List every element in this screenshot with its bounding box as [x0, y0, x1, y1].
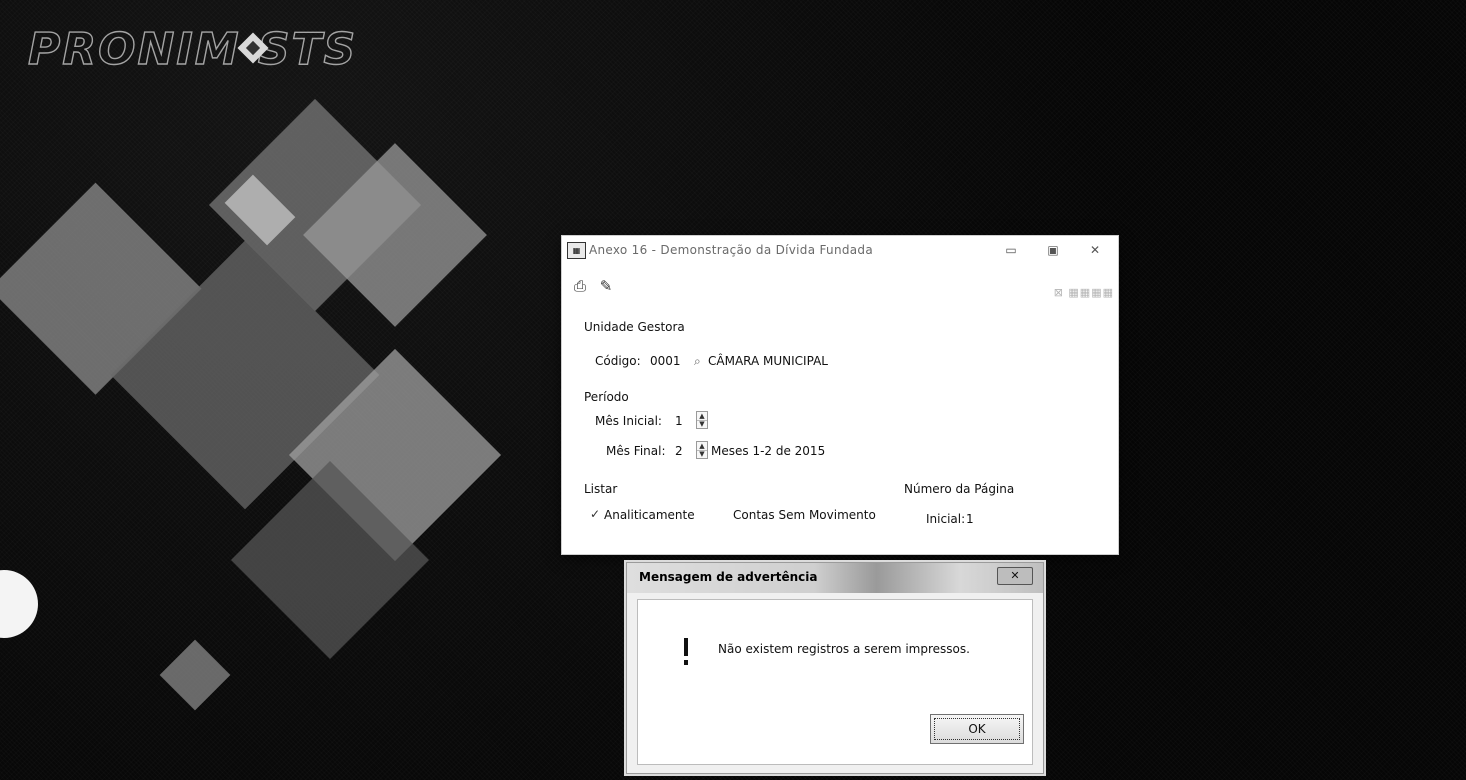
dialog-titlebar: ▦ Anexo 16 - Demonstração da Dívida Fund… — [562, 236, 1118, 262]
mes-inicial-label: Mês Inicial: — [595, 414, 662, 428]
close-button[interactable]: ✕ — [997, 567, 1033, 585]
unidade-gestora-label: Unidade Gestora — [584, 320, 685, 334]
background-diamonds-art — [0, 98, 502, 711]
codigo-field[interactable]: 0001 — [650, 354, 681, 368]
numero-pagina-label: Número da Página — [904, 482, 1015, 496]
toolbar-right-icons: ⊠ ▦▦▦▦ — [1053, 286, 1114, 299]
maximize-button[interactable]: ▣ — [1044, 242, 1062, 258]
codigo-label: Código: — [595, 354, 641, 368]
pencil-icon[interactable]: ✎ — [596, 276, 616, 296]
spin-down-icon[interactable]: ▼ — [697, 450, 707, 458]
listar-label: Listar — [584, 482, 618, 496]
periodo-label: Período — [584, 390, 629, 404]
periodo-summary: Meses 1-2 de 2015 — [711, 444, 826, 458]
lookup-icon[interactable]: ⌕ — [694, 354, 706, 368]
printer-icon[interactable]: ⎙ — [570, 276, 590, 296]
ok-button[interactable]: OK — [930, 714, 1024, 744]
app-icon: ▦ — [567, 242, 586, 259]
warning-body: Não existem registros a serem impressos.… — [637, 599, 1033, 765]
analiticamente-checkbox[interactable]: ✓ — [590, 508, 602, 520]
minimize-button[interactable]: ▭ — [1002, 242, 1020, 258]
warning-dialog: Mensagem de advertência ✕ Não existem re… — [626, 562, 1044, 774]
svg-text:PRONIM STS: PRONIM STS — [28, 24, 357, 75]
unidade-name: CÂMARA MUNICIPAL — [708, 354, 828, 368]
warning-titlebar: Mensagem de advertência ✕ — [627, 563, 1043, 593]
close-button[interactable]: ✕ — [1086, 242, 1104, 258]
contas-sem-movimento-checkbox[interactable] — [718, 508, 730, 520]
mes-final-field[interactable]: 2 — [675, 444, 683, 458]
contas-sem-movimento-label[interactable]: Contas Sem Movimento — [733, 508, 876, 522]
mes-inicial-spinner[interactable]: ▲ ▼ — [696, 411, 708, 429]
warning-icon — [684, 638, 688, 665]
report-dialog: ▦ Anexo 16 - Demonstração da Dívida Fund… — [562, 236, 1118, 554]
warning-title: Mensagem de advertência — [639, 570, 818, 584]
mes-final-label: Mês Final: — [606, 444, 666, 458]
mes-final-spinner[interactable]: ▲ ▼ — [696, 441, 708, 459]
analiticamente-label[interactable]: Analiticamente — [604, 508, 695, 522]
spin-down-icon[interactable]: ▼ — [697, 420, 707, 428]
app-logo: PRONIM STS — [28, 23, 357, 75]
mes-inicial-field[interactable]: 1 — [675, 414, 683, 428]
dialog-title: Anexo 16 - Demonstração da Dívida Fundad… — [589, 243, 873, 257]
pagina-inicial-field[interactable]: 1 — [966, 512, 974, 526]
pagina-inicial-label: Inicial: — [926, 512, 966, 526]
warning-message: Não existem registros a serem impressos. — [718, 642, 970, 656]
